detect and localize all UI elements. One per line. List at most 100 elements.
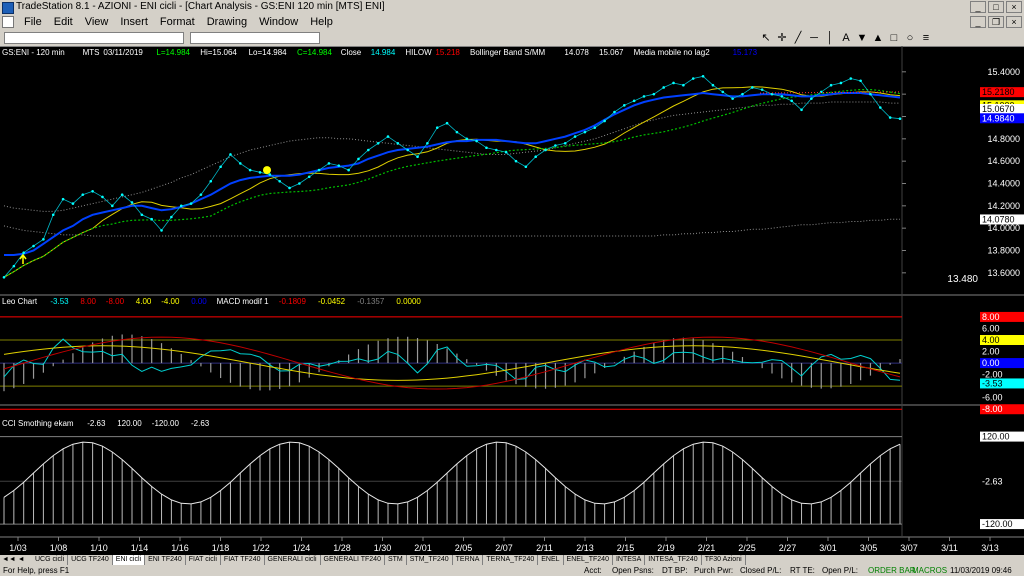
minimize-button[interactable]: _ (970, 1, 986, 13)
cursor-icon[interactable]: ↖ (760, 31, 772, 45)
price-tick-label: 14.0000 (987, 223, 1020, 233)
status-order-bar[interactable]: ORDER BAR (868, 565, 916, 576)
date-tick-label: 1/03 (9, 543, 27, 553)
tab-enel[interactable]: ENEL (538, 555, 564, 565)
menu-drawing[interactable]: Drawing (201, 14, 253, 30)
tab-stm[interactable]: STM (385, 555, 407, 565)
price-point (839, 81, 843, 85)
interval-combo[interactable] (190, 32, 320, 44)
price-point (278, 179, 281, 183)
tab-eni-tf240[interactable]: ENI TF240 (145, 555, 186, 565)
price-point (120, 193, 124, 196)
menu-insert[interactable]: Insert (114, 14, 154, 30)
status-macros[interactable]: MACROS (912, 565, 947, 576)
price-header-2: 03/11/2019 (103, 48, 143, 57)
tab-intesa[interactable]: INTESA (613, 555, 646, 565)
maximize-button[interactable]: □ (988, 1, 1004, 13)
price-point (573, 135, 577, 138)
price-point (465, 137, 469, 141)
mdi-restore-button[interactable]: ❐ (988, 16, 1004, 28)
menu-edit[interactable]: Edit (48, 14, 79, 30)
date-tick-label: 2/01 (414, 543, 432, 553)
price-header-5: Lo=14.984 (249, 48, 288, 57)
price-point (179, 204, 183, 208)
price-point (790, 99, 793, 103)
vertical-line-icon[interactable]: │ (824, 31, 836, 45)
tab-fiat-tf240[interactable]: FIAT TF240 (221, 555, 265, 565)
price-header-10: 15.218 (435, 48, 460, 57)
tab-stm-tf240[interactable]: STM_TF240 (407, 555, 453, 565)
date-tick-label: 1/10 (90, 543, 108, 553)
tab-generali-cicli[interactable]: GENERALI cicli (265, 555, 321, 565)
bollinger-lower-line (3, 218, 900, 237)
leo-marker-label: 6.00 (982, 323, 1000, 333)
price-point (583, 130, 587, 134)
price-point (288, 186, 291, 190)
date-tick-label: 1/22 (252, 543, 270, 553)
close-button[interactable]: × (1006, 1, 1022, 13)
price-point (859, 79, 862, 83)
menu-window[interactable]: Window (253, 14, 304, 30)
price-point (61, 197, 65, 201)
price-header-3: L=14.984 (156, 48, 190, 57)
price-point (189, 202, 193, 205)
price-point (662, 86, 665, 89)
price-point (504, 150, 508, 154)
tab-tf30-azioni[interactable]: TF30 Azioni (702, 555, 746, 565)
cci-header-1: -2.63 (87, 419, 106, 428)
crosshair-icon[interactable]: ✛ (776, 31, 788, 45)
tab-ucg-cicli[interactable]: UCG cicli (32, 555, 69, 565)
rectangle-icon[interactable]: □ (888, 31, 900, 45)
trendline-icon[interactable]: ╱ (792, 31, 804, 45)
tab-enel-tf240[interactable]: ENEL_TF240 (564, 555, 613, 565)
mdi-minimize-button[interactable]: _ (970, 16, 986, 28)
price-point (130, 201, 134, 204)
price-point (731, 97, 734, 100)
leo-header-8: -0.1809 (279, 297, 307, 306)
price-marker-label: 14.0780 (982, 214, 1015, 224)
price-point (258, 171, 262, 174)
tab-ucg-tf240[interactable]: UCG TF240 (68, 555, 113, 565)
document-icon[interactable] (2, 16, 14, 28)
price-point (554, 144, 557, 147)
leo-header-2: 8.00 (80, 297, 96, 306)
tab-fiat-cicli[interactable]: FIAT cicli (186, 555, 221, 565)
date-tick-label: 3/07 (900, 543, 918, 553)
yellow-average-line (3, 86, 901, 278)
tab-eni-cicli[interactable]: ENI cicli (112, 555, 146, 565)
price-point (642, 95, 646, 98)
price-point (160, 229, 163, 232)
date-tick-label: 2/13 (576, 543, 594, 553)
price-point (101, 195, 104, 199)
menu-file[interactable]: File (18, 14, 48, 30)
price-point (593, 126, 597, 129)
green-average-line (3, 89, 901, 278)
chart-analysis-window[interactable]: GS:ENI - 120 min MTS 03/11/2019 L=14.984 Hi=… (0, 46, 1024, 555)
tab-intesa-tf240[interactable]: INTESA_TF240 (645, 555, 702, 565)
price-point (879, 106, 882, 109)
price-point (711, 83, 715, 87)
symbol-combo[interactable] (4, 32, 184, 44)
menu-help[interactable]: Help (304, 14, 339, 30)
date-tick-label: 1/24 (293, 543, 311, 553)
tab-scroll-arrows[interactable]: ◄◄ ◄ ► ►► (0, 555, 32, 565)
cci-header-4: -2.63 (191, 419, 210, 428)
text-tool-icon[interactable]: A (840, 31, 852, 45)
status-closed-pl: Closed P/L: (740, 566, 782, 575)
arrow-up-icon[interactable]: ▲ (872, 31, 884, 45)
fibonacci-icon[interactable]: ≡ (920, 31, 932, 45)
tab-generali-tf240[interactable]: GENERALI TF240 (321, 555, 385, 565)
leo-marker-label: 0.00 (982, 358, 1000, 368)
window-title: TradeStation 8.1 - AZIONI - ENI cicli - … (16, 1, 385, 12)
menu-view[interactable]: View (79, 14, 115, 30)
mdi-close-button[interactable]: × (1006, 16, 1022, 28)
tab-terna-tf240[interactable]: TERNA_TF240 (483, 555, 539, 565)
tab-terna[interactable]: TERNA (453, 555, 484, 565)
horizontal-line-icon[interactable]: ─ (808, 31, 820, 45)
menu-format[interactable]: Format (154, 14, 201, 30)
leo-cyan-line (3, 338, 901, 381)
arrow-down-icon[interactable]: ▼ (856, 31, 868, 45)
bollinger-upper-line (3, 101, 900, 212)
price-point (810, 97, 813, 100)
ellipse-icon[interactable]: ○ (904, 31, 916, 45)
